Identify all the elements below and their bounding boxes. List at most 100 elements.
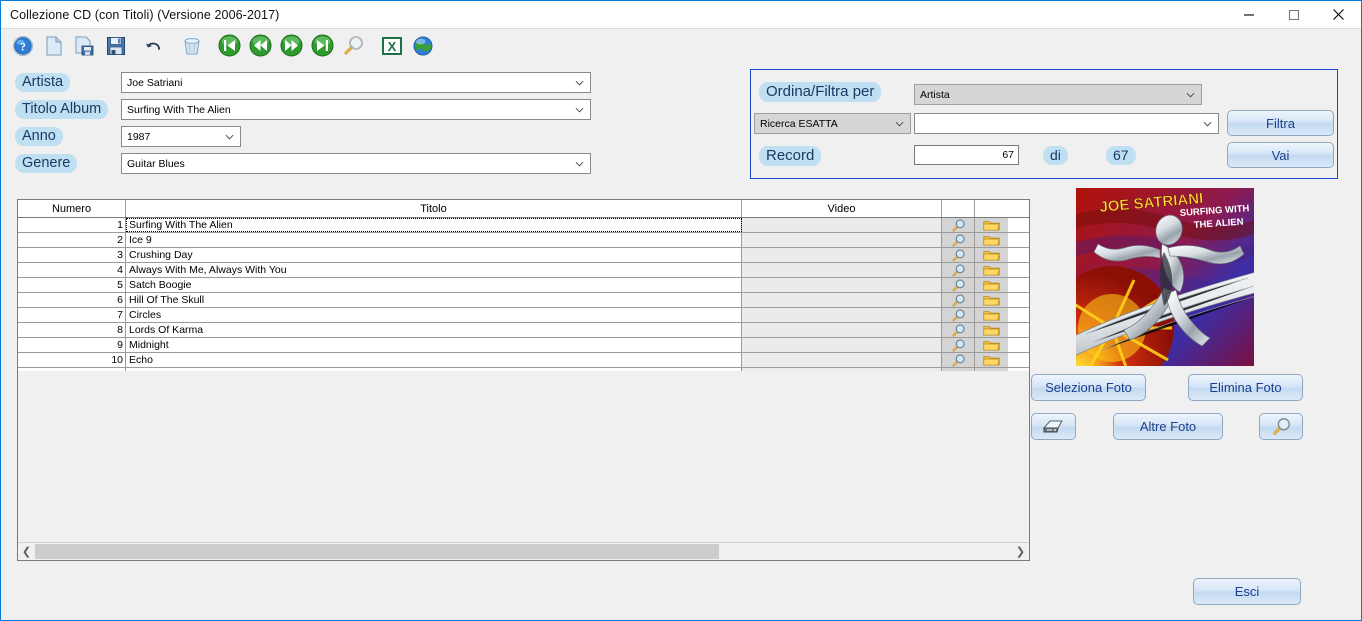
vai-button[interactable]: Vai — [1227, 142, 1334, 168]
cell-titolo[interactable]: Always With Me, Always With You — [126, 263, 742, 277]
scrollbar-track[interactable] — [35, 543, 1012, 560]
field-row-titolo-album: Titolo Album Surfing With The Alien — [1, 96, 741, 123]
folder-icon — [983, 325, 1000, 336]
cell-titolo[interactable]: Surfing With The Alien — [126, 218, 742, 232]
row-view-button[interactable] — [942, 338, 975, 352]
cell-titolo[interactable]: Hill Of The Skull — [126, 293, 742, 307]
tracks-grid: Numero Titolo Video 1 Surfing With The Al… — [17, 199, 1030, 561]
row-view-button[interactable] — [942, 233, 975, 247]
cell-video[interactable] — [742, 338, 942, 352]
maximize-button[interactable] — [1271, 1, 1316, 28]
next-record-icon[interactable] — [276, 30, 307, 61]
search-mode-combo[interactable]: Ricerca ESATTA — [754, 113, 911, 134]
table-row[interactable]: 4 Always With Me, Always With You — [18, 263, 1029, 278]
album-cover-image[interactable]: JOE SATRIANI SURFING WITH THE ALIEN — [1076, 188, 1254, 366]
row-folder-button[interactable] — [975, 233, 1008, 247]
cell-video[interactable] — [742, 218, 942, 232]
cell-video[interactable] — [742, 278, 942, 292]
magnifier-icon — [952, 263, 965, 276]
altre-foto-button[interactable]: Altre Foto — [1113, 413, 1223, 440]
row-folder-button[interactable] — [975, 218, 1008, 232]
row-view-button[interactable] — [942, 218, 975, 232]
first-record-icon[interactable] — [214, 30, 245, 61]
row-folder-button[interactable] — [975, 323, 1008, 337]
anno-combo[interactable]: 1987 — [121, 126, 241, 147]
excel-export-icon[interactable]: X — [376, 30, 407, 61]
undo-icon[interactable] — [138, 30, 169, 61]
web-globe-icon[interactable] — [407, 30, 438, 61]
cell-video[interactable] — [742, 353, 942, 367]
search-icon[interactable] — [338, 30, 369, 61]
new-document-icon[interactable] — [38, 30, 69, 61]
row-view-button[interactable] — [942, 248, 975, 262]
filtra-button[interactable]: Filtra — [1227, 110, 1334, 136]
row-folder-button[interactable] — [975, 338, 1008, 352]
cell-titolo[interactable]: Crushing Day — [126, 248, 742, 262]
col-header-view[interactable] — [942, 200, 975, 217]
table-row[interactable]: 1 Surfing With The Alien — [18, 218, 1029, 233]
cell-titolo[interactable]: Lords Of Karma — [126, 323, 742, 337]
scanner-button[interactable] — [1031, 413, 1076, 440]
record-current-input[interactable]: 67 — [914, 145, 1019, 165]
table-row[interactable]: 5 Satch Boogie — [18, 278, 1029, 293]
row-folder-button[interactable] — [975, 263, 1008, 277]
table-row[interactable]: 2 Ice 9 — [18, 233, 1029, 248]
seleziona-foto-button[interactable]: Seleziona Foto — [1031, 374, 1146, 401]
cell-video[interactable] — [742, 293, 942, 307]
cell-video[interactable] — [742, 263, 942, 277]
genere-combo[interactable]: Guitar Blues — [121, 153, 591, 174]
close-button[interactable] — [1316, 1, 1361, 28]
table-row[interactable]: 3 Crushing Day — [18, 248, 1029, 263]
cell-titolo[interactable]: Ice 9 — [126, 233, 742, 247]
row-view-button[interactable] — [942, 278, 975, 292]
cell-video[interactable] — [742, 248, 942, 262]
row-view-button[interactable] — [942, 263, 975, 277]
col-header-folder[interactable] — [975, 200, 1008, 217]
row-folder-button[interactable] — [975, 248, 1008, 262]
previous-record-icon[interactable] — [245, 30, 276, 61]
cell-titolo[interactable]: Echo — [126, 353, 742, 367]
save-as-icon[interactable] — [69, 30, 100, 61]
col-header-titolo[interactable]: Titolo — [126, 200, 742, 217]
table-row[interactable]: 6 Hill Of The Skull — [18, 293, 1029, 308]
table-row[interactable]: 10 Echo — [18, 353, 1029, 368]
col-header-numero[interactable]: Numero — [18, 200, 126, 217]
scroll-left-arrow-icon[interactable]: ❮ — [18, 543, 35, 560]
save-icon[interactable] — [100, 30, 131, 61]
minimize-button[interactable] — [1226, 1, 1271, 28]
last-record-icon[interactable] — [307, 30, 338, 61]
row-folder-button[interactable] — [975, 353, 1008, 367]
row-view-button[interactable] — [942, 293, 975, 307]
zoom-photo-button[interactable] — [1259, 413, 1303, 440]
artista-combo[interactable]: Joe Satriani — [121, 72, 591, 93]
esci-button[interactable]: Esci — [1193, 578, 1301, 605]
row-folder-button[interactable] — [975, 308, 1008, 322]
row-folder-button[interactable] — [975, 278, 1008, 292]
folder-icon — [983, 250, 1000, 261]
cell-video[interactable] — [742, 323, 942, 337]
cell-titolo[interactable]: Satch Boogie — [126, 278, 742, 292]
elimina-foto-button[interactable]: Elimina Foto — [1188, 374, 1303, 401]
help-icon[interactable]: ? — [7, 30, 38, 61]
cell-video[interactable] — [742, 308, 942, 322]
magnifier-icon — [952, 323, 965, 336]
row-folder-button[interactable] — [975, 293, 1008, 307]
table-row[interactable]: 7 Circles — [18, 308, 1029, 323]
cell-titolo[interactable]: Circles — [126, 308, 742, 322]
cell-video[interactable] — [742, 233, 942, 247]
sort-field-combo[interactable]: Artista — [914, 84, 1202, 105]
col-header-video[interactable]: Video — [742, 200, 942, 217]
search-mode-value: Ricerca ESATTA — [760, 117, 838, 130]
grid-horizontal-scrollbar[interactable]: ❮ ❯ — [18, 542, 1029, 560]
scrollbar-thumb[interactable] — [35, 544, 719, 559]
scroll-right-arrow-icon[interactable]: ❯ — [1012, 543, 1029, 560]
row-view-button[interactable] — [942, 308, 975, 322]
table-row[interactable]: 8 Lords Of Karma — [18, 323, 1029, 338]
table-row[interactable]: 9 Midnight — [18, 338, 1029, 353]
cell-titolo[interactable]: Midnight — [126, 338, 742, 352]
titolo-album-combo[interactable]: Surfing With The Alien — [121, 99, 591, 120]
row-view-button[interactable] — [942, 323, 975, 337]
delete-trash-icon[interactable] — [176, 30, 207, 61]
row-view-button[interactable] — [942, 353, 975, 367]
filter-value-combo[interactable] — [914, 113, 1219, 134]
